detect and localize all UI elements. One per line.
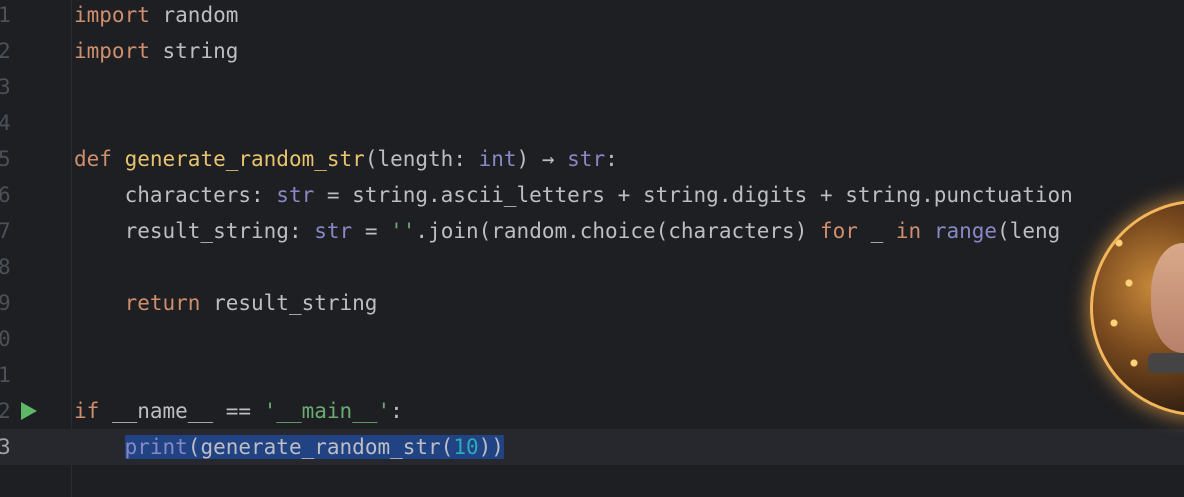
line-number: 3 — [0, 435, 11, 459]
colon: : — [605, 147, 618, 171]
dunder-name: __name__ — [99, 399, 226, 423]
type-str: str — [276, 183, 315, 207]
keyword-def: def — [74, 147, 112, 171]
keyword-for: for — [819, 219, 858, 243]
code-line-4[interactable]: 4 — [0, 105, 1184, 141]
code-line-3[interactable]: 3 — [0, 69, 1184, 105]
keyword-import: import — [74, 39, 150, 63]
code-line-8[interactable]: 8 — [0, 249, 1184, 285]
equality-op: == — [225, 399, 252, 423]
call-name: generate_random_str — [200, 435, 441, 459]
microphone — [1148, 353, 1184, 373]
keyword-import: import — [74, 3, 150, 27]
line-number: 8 — [0, 255, 11, 279]
line-number: 0 — [0, 327, 11, 351]
keyword-in: in — [895, 219, 922, 243]
string-lights — [1099, 223, 1149, 383]
line-number: 9 — [0, 291, 11, 315]
function-name: generate_random_str — [124, 147, 365, 171]
code-editor[interactable]: 1 import random 2 import string 3 4 5 de… — [0, 0, 1184, 497]
run-icon[interactable] — [21, 402, 37, 420]
code-line-12[interactable]: 2 if __name__ == '__main__': — [0, 393, 1184, 429]
keyword-return: return — [124, 291, 201, 315]
line-number: 6 — [0, 183, 11, 207]
code-line-13[interactable]: 3 print(generate_random_str(10)) — [0, 429, 1184, 465]
colon: : — [390, 399, 403, 423]
line-number: 5 — [0, 147, 11, 171]
characters-decl: characters: — [124, 183, 277, 207]
code-line-1[interactable]: 1 import random — [0, 0, 1184, 33]
code-line-5[interactable]: 5 def generate_random_str(length: int) →… — [0, 141, 1184, 177]
params-close: ) — [516, 147, 542, 171]
number-literal: 10 — [453, 435, 479, 459]
code-line-6[interactable]: 6 characters: str = string.ascii_letters… — [0, 177, 1184, 213]
builtin-range: range — [933, 219, 998, 243]
module-name: string — [162, 39, 239, 63]
empty-string: '' — [390, 219, 416, 243]
line-number: 2 — [0, 39, 11, 63]
builtin-print: print — [124, 435, 188, 459]
type-int: int — [478, 147, 517, 171]
range-arg: (leng — [997, 219, 1061, 243]
code-line-7[interactable]: 7 result_string: str = ''.join(random.ch… — [0, 213, 1184, 249]
line-number: 7 — [0, 219, 11, 243]
line-number: 4 — [0, 111, 11, 135]
return-value: result_string — [200, 291, 378, 315]
line-number: 3 — [0, 75, 11, 99]
loop-var: _ — [857, 219, 896, 243]
code-line-10[interactable]: 0 — [0, 321, 1184, 357]
characters-value: = string.ascii_letters + string.digits +… — [314, 183, 1073, 207]
assign: = — [352, 219, 391, 243]
call-open: ( — [440, 435, 454, 459]
type-str: str — [314, 219, 353, 243]
main-string: '__main__' — [263, 399, 391, 423]
keyword-if: if — [74, 399, 100, 423]
line-number: 1 — [0, 363, 11, 387]
code-line-9[interactable]: 9 return result_string — [0, 285, 1184, 321]
presenter-face — [1151, 243, 1184, 353]
call-close: )) — [478, 435, 504, 459]
code-line-11[interactable]: 1 — [0, 357, 1184, 393]
params-open: (length: — [364, 147, 479, 171]
selected-text: print(generate_random_str(10)) — [124, 435, 504, 459]
join-call: .join(random.choice(characters) — [415, 219, 820, 243]
return-arrow: → — [541, 147, 555, 171]
result-decl: result_string: — [124, 219, 315, 243]
module-name: random — [162, 3, 239, 27]
print-open: ( — [187, 435, 201, 459]
type-str: str — [567, 147, 606, 171]
line-number: 1 — [0, 3, 11, 27]
code-line-2[interactable]: 2 import string — [0, 33, 1184, 69]
